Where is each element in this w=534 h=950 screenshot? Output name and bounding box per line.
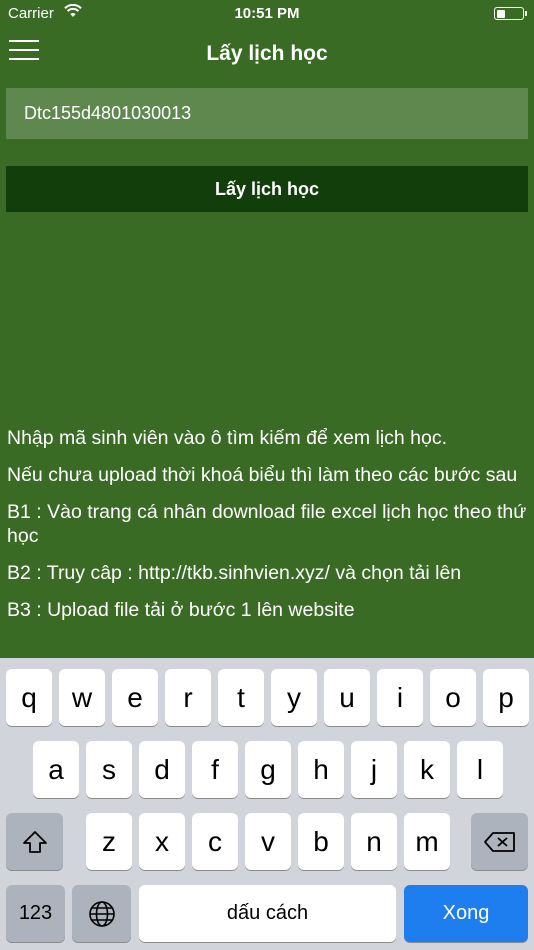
key-a[interactable]: a — [33, 741, 79, 798]
key-u[interactable]: u — [324, 669, 370, 726]
student-id-input[interactable] — [6, 88, 528, 139]
key-g[interactable]: g — [245, 741, 291, 798]
numbers-key[interactable]: 123 — [6, 885, 65, 942]
done-key[interactable]: Xong — [404, 885, 528, 942]
key-x[interactable]: x — [139, 813, 185, 870]
instruction-step-2: B2 : Truy câp : http://tkb.sinhvien.xyz/… — [7, 562, 462, 584]
key-s[interactable]: s — [86, 741, 132, 798]
clock: 10:51 PM — [234, 5, 300, 22]
instruction-step-1: B1 : Vào trang cá nhân download file exc… — [7, 501, 527, 547]
instruction-text: Nhập mã sinh viên vào ô tìm kiếm để xem … — [7, 427, 448, 449]
key-b[interactable]: b — [298, 813, 344, 870]
navigation-bar: Lấy lịch học — [0, 28, 534, 80]
key-d[interactable]: d — [139, 741, 185, 798]
key-p[interactable]: p — [483, 669, 529, 726]
space-key[interactable]: dấu cách — [139, 885, 396, 942]
key-w[interactable]: w — [59, 669, 105, 726]
shift-icon — [22, 830, 47, 853]
globe-icon — [88, 900, 115, 927]
language-key[interactable] — [72, 885, 131, 942]
key-k[interactable]: k — [404, 741, 450, 798]
key-n[interactable]: n — [351, 813, 397, 870]
key-e[interactable]: e — [112, 669, 158, 726]
instructions: Nhập mã sinh viên vào ô tìm kiếm để xem … — [7, 426, 529, 635]
key-m[interactable]: m — [404, 813, 450, 870]
status-bar: Carrier 10:51 PM — [0, 0, 534, 28]
key-j[interactable]: j — [351, 741, 397, 798]
backspace-icon — [483, 831, 515, 852]
key-l[interactable]: l — [457, 741, 503, 798]
key-i[interactable]: i — [377, 669, 423, 726]
key-f[interactable]: f — [192, 741, 238, 798]
backspace-key[interactable] — [471, 813, 528, 870]
key-y[interactable]: y — [271, 669, 317, 726]
key-c[interactable]: c — [192, 813, 238, 870]
key-h[interactable]: h — [298, 741, 344, 798]
key-z[interactable]: z — [86, 813, 132, 870]
key-v[interactable]: v — [245, 813, 291, 870]
shift-key[interactable] — [6, 813, 63, 870]
keyboard: q w e r t y u i o p a s d f g h j k l z … — [0, 658, 534, 950]
key-r[interactable]: r — [165, 669, 211, 726]
instruction-text: Nếu chưa upload thời khoá biểu thì làm t… — [7, 464, 518, 486]
key-q[interactable]: q — [6, 669, 52, 726]
key-t[interactable]: t — [218, 669, 264, 726]
page-title: Lấy lịch học — [206, 42, 328, 65]
battery-icon — [494, 7, 527, 20]
key-o[interactable]: o — [430, 669, 476, 726]
get-schedule-button[interactable]: Lấy lịch học — [6, 166, 528, 212]
instruction-step-3: B3 : Upload file tải ở bước 1 lên websit… — [7, 599, 355, 621]
